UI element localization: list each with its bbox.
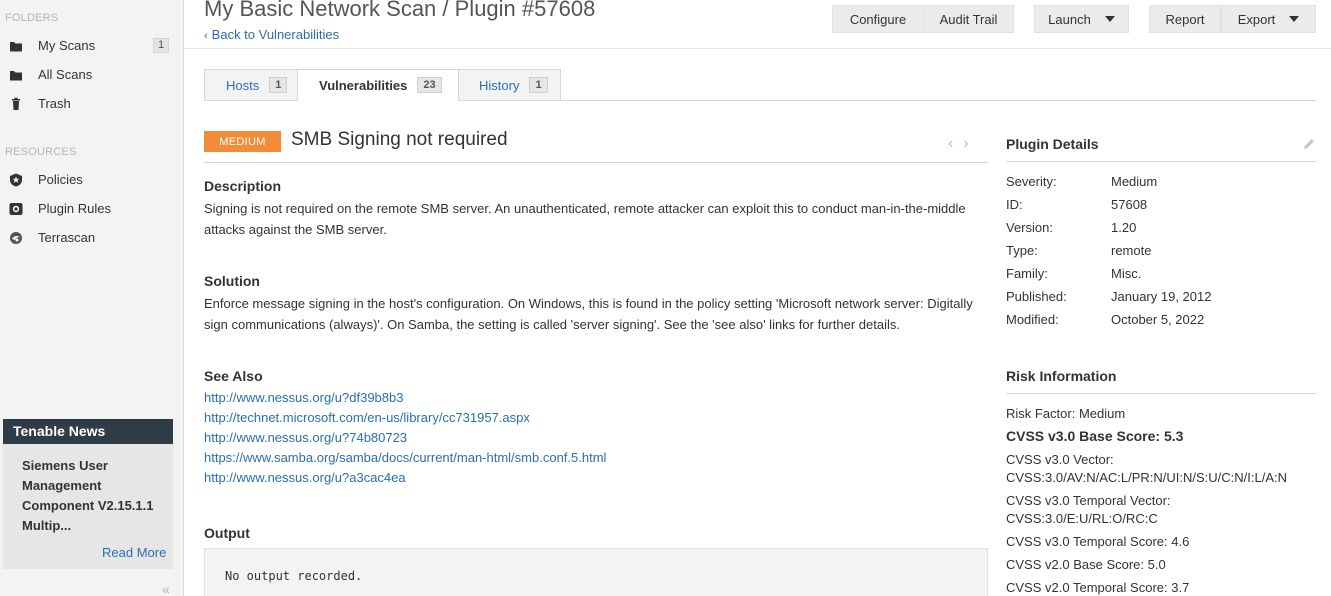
previous-arrow-icon[interactable]: ‹ [948, 135, 953, 152]
tab-count: 1 [529, 77, 548, 93]
audit-trail-button[interactable]: Audit Trail [923, 5, 1014, 33]
output-text: No output recorded. [225, 569, 363, 583]
detail-value: October 5, 2022 [1111, 312, 1205, 327]
caret-down-icon [1289, 16, 1300, 22]
sidebar-item-terrascan[interactable]: Terrascan [0, 225, 183, 251]
cvss3-temporal-vector-label: CVSS v3.0 Temporal Vector: [1006, 493, 1171, 508]
sidebar: FOLDERS My Scans 1 All Scans Trash RESOU… [0, 0, 184, 596]
launch-button-label: Launch [1048, 11, 1091, 27]
solution-heading: Solution [204, 273, 260, 289]
detail-value: 57608 [1111, 197, 1148, 212]
sidebar-item-label: My Scans [38, 38, 96, 53]
see-also-link[interactable]: http://www.nessus.org/u?74b80723 [204, 430, 407, 445]
cvss3-vector: CVSS:3.0/AV:N/AC:L/PR:N/UI:N/S:U/C:N/I:L… [1006, 470, 1288, 485]
see-also-link[interactable]: http://www.nessus.org/u?a3cac4ea [204, 470, 406, 485]
severity-badge: MEDIUM [204, 131, 281, 152]
back-link-label: Back to Vulnerabilities [211, 27, 340, 42]
tab-count: 1 [269, 77, 288, 93]
plugin-details-heading: Plugin Details [1006, 136, 1099, 152]
terrascan-icon [10, 232, 22, 244]
vulnerability-title: SMB Signing not required [291, 129, 508, 150]
cvss2-temporal-score: CVSS v2.0 Temporal Score: 3.7 [1006, 580, 1190, 595]
detail-key: Version: [1006, 220, 1053, 235]
detail-value: 1.20 [1111, 220, 1137, 235]
tab-hosts[interactable]: Hosts 1 [204, 69, 298, 101]
cvss3-base-score: CVSS v3.0 Base Score: 5.3 [1006, 428, 1184, 444]
sidebar-item-plugin-rules[interactable]: Plugin Rules [0, 196, 183, 222]
description-text: Signing is not required on the remote SM… [204, 201, 966, 237]
folder-icon [10, 42, 22, 52]
detail-value: Misc. [1111, 266, 1142, 281]
folders-heading: FOLDERS [5, 12, 59, 24]
cvss3-vector-label: CVSS v3.0 Vector: [1006, 452, 1114, 467]
shield-icon [10, 173, 22, 187]
see-also-link[interactable]: http://technet.microsoft.com/en-us/libra… [204, 410, 530, 425]
sidebar-item-label: Plugin Rules [38, 201, 111, 216]
detail-key: Severity: [1006, 174, 1057, 189]
sidebar-item-label: Terrascan [38, 230, 96, 245]
caret-down-icon [1104, 16, 1115, 22]
folder-icon [10, 71, 22, 81]
page-title: My Basic Network Scan / Plugin #57608 [204, 0, 596, 21]
output-heading: Output [204, 525, 250, 541]
tab-label: History [479, 77, 520, 93]
next-arrow-icon[interactable]: › [963, 135, 968, 152]
detail-key: Published: [1006, 289, 1067, 304]
export-button[interactable]: Export [1221, 5, 1316, 33]
detail-value: January 19, 2012 [1111, 289, 1212, 304]
news-heading: Tenable News [3, 419, 173, 444]
cvss3-temporal-score: CVSS v3.0 Temporal Score: 4.6 [1006, 534, 1190, 549]
cvss3-temporal-vector: CVSS:3.0/E:U/RL:O/RC:C [1006, 511, 1158, 526]
cvss2-base-score: CVSS v2.0 Base Score: 5.0 [1006, 557, 1166, 572]
sidebar-item-all-scans[interactable]: All Scans [0, 62, 183, 88]
solution-text: Enforce message signing in the host's co… [204, 296, 973, 332]
sidebar-item-policies[interactable]: Policies [0, 167, 183, 193]
plugin-details-divider [1006, 161, 1316, 162]
description-heading: Description [204, 178, 282, 194]
count-badge: 1 [153, 38, 170, 53]
export-button-label: Export [1237, 11, 1276, 27]
detail-key: Family: [1006, 266, 1048, 281]
detail-value: remote [1111, 243, 1152, 258]
news-title[interactable]: Siemens User Management Component V2.15.… [22, 456, 162, 536]
output-box: No output recorded. [204, 548, 988, 596]
sidebar-item-my-scans[interactable]: My Scans 1 [0, 33, 183, 59]
title-divider [204, 162, 988, 163]
launch-button[interactable]: Launch [1034, 5, 1129, 33]
header-divider [184, 48, 1331, 49]
risk-factor: Risk Factor: Medium [1006, 406, 1126, 421]
tenable-news-panel: Tenable News Siemens User Management Com… [3, 419, 173, 569]
trash-icon [12, 97, 20, 110]
sidebar-item-label: Policies [38, 172, 83, 187]
tab-label: Hosts [226, 77, 260, 93]
collapse-sidebar-icon[interactable]: « [162, 581, 170, 596]
sidebar-item-label: All Scans [38, 67, 93, 82]
sidebar-item-label: Trash [38, 96, 71, 111]
detail-value: Medium [1111, 174, 1158, 189]
see-also-link[interactable]: http://www.nessus.org/u?df39b8b3 [204, 390, 403, 405]
pencil-icon[interactable] [1302, 137, 1316, 151]
tab-history[interactable]: History 1 [458, 69, 561, 101]
detail-key: Type: [1006, 243, 1038, 258]
resources-heading: RESOURCES [5, 146, 77, 158]
vulnerability-nav: ‹ › [948, 135, 979, 153]
risk-information-divider [1006, 393, 1316, 394]
configure-button[interactable]: Configure [832, 5, 924, 33]
see-also-link[interactable]: https://www.samba.org/samba/docs/current… [204, 450, 606, 465]
sidebar-item-trash[interactable]: Trash [0, 91, 183, 117]
back-to-vulnerabilities-link[interactable]: ‹ Back to Vulnerabilities [204, 27, 339, 42]
risk-information-heading: Risk Information [1006, 368, 1117, 384]
read-more-link[interactable]: Read More [102, 545, 166, 560]
detail-key: ID: [1006, 197, 1023, 212]
plugin-rules-icon [9, 203, 23, 215]
see-also-heading: See Also [204, 368, 263, 384]
chevron-left-icon: ‹ [204, 30, 208, 42]
detail-key: Modified: [1006, 312, 1059, 327]
tab-vulnerabilities[interactable]: Vulnerabilities 23 [297, 69, 459, 101]
tab-label: Vulnerabilities [319, 77, 408, 93]
tab-count: 23 [417, 77, 442, 93]
report-button[interactable]: Report [1149, 5, 1221, 33]
